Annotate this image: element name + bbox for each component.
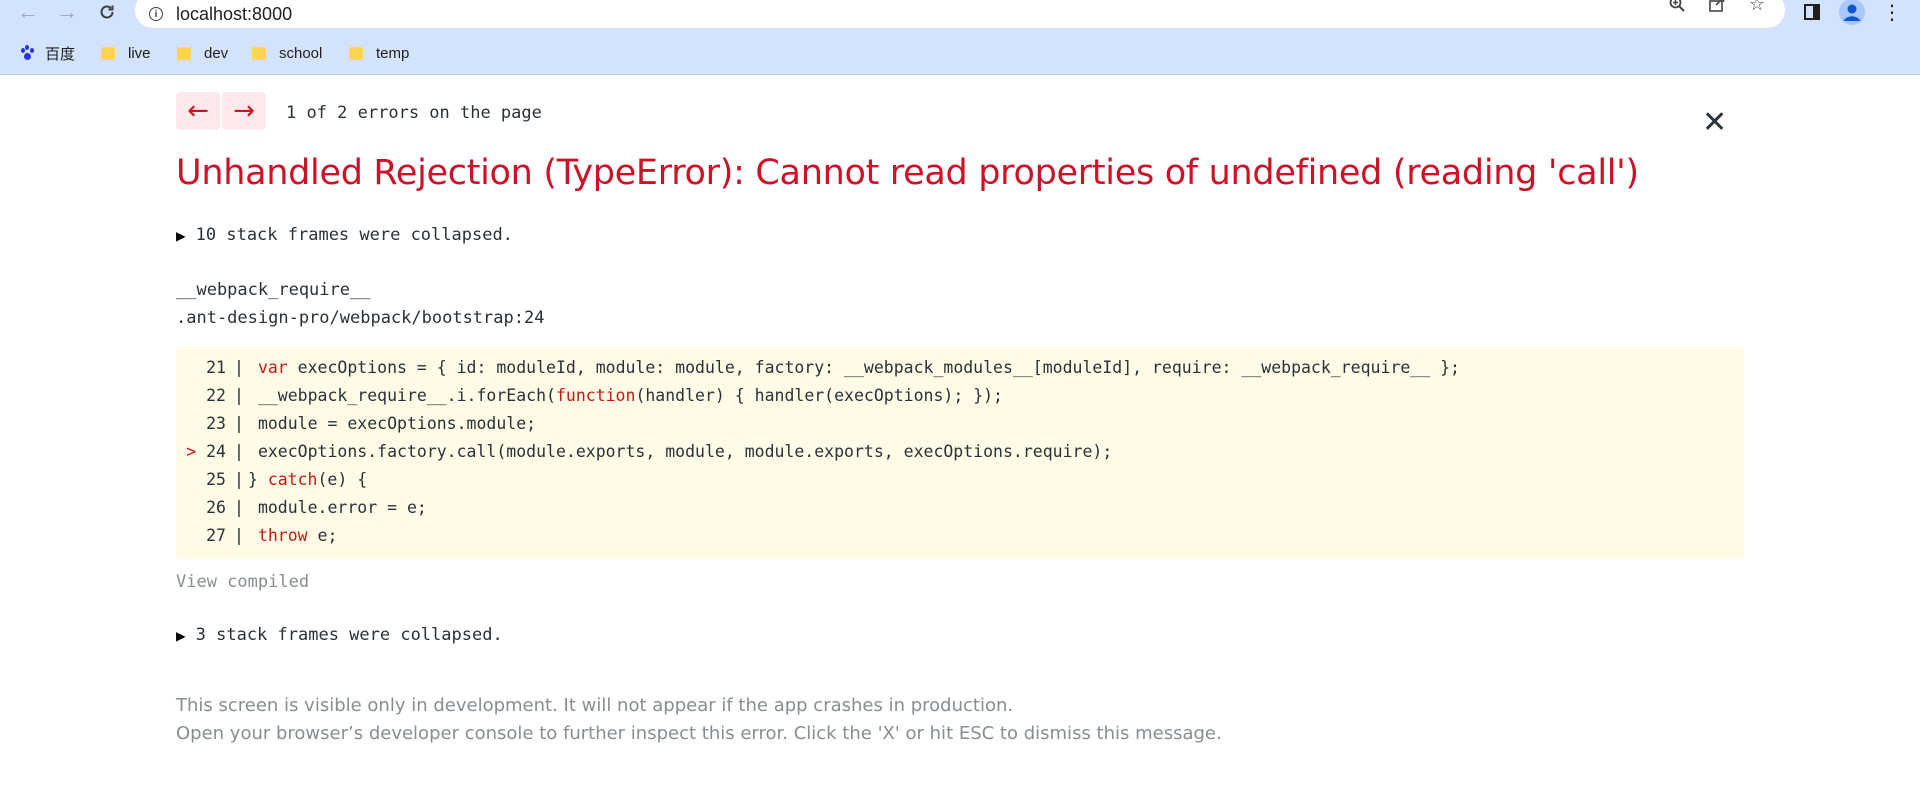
line-number: 25 xyxy=(206,470,226,489)
bookmark-baidu[interactable]: 百度 xyxy=(19,41,75,65)
folder-icon xyxy=(177,46,191,60)
code-keyword: function xyxy=(555,386,636,405)
zoom-icon[interactable] xyxy=(1665,0,1689,16)
collapsed-frames-label: 3 stack frames were collapsed. xyxy=(195,625,503,645)
next-error-button[interactable]: → xyxy=(222,92,266,130)
code-line: 26 | module.error = e; xyxy=(176,498,427,522)
line-number: 27 xyxy=(206,526,226,545)
line-number: 22 xyxy=(206,386,226,405)
footer-instructions: Open your browser’s developer console to… xyxy=(176,723,1222,744)
bookmarks-bar: 百度 live dev school temp xyxy=(0,32,1920,75)
bookmark-temp[interactable]: temp xyxy=(349,41,409,65)
bookmark-dev[interactable]: dev xyxy=(177,41,228,65)
line-number-value: 24 xyxy=(206,442,226,461)
line-number: > 24 xyxy=(176,442,226,466)
code-line-highlighted: > 24 | execOptions.factory.call(module.exp… xyxy=(176,442,1112,466)
collapsed-frames-toggle-bottom[interactable]: ▶ 3 stack frames were collapsed. xyxy=(176,625,503,645)
site-info-icon[interactable]: i xyxy=(149,7,163,21)
stack-frame-location[interactable]: .ant-design-pro/webpack/bootstrap:24 xyxy=(176,308,544,328)
line-number: 26 xyxy=(206,498,226,517)
forward-icon[interactable]: → xyxy=(53,0,81,24)
side-panel-icon[interactable] xyxy=(1798,0,1826,24)
reload-icon[interactable] xyxy=(93,0,121,24)
error-navigation: ← → xyxy=(176,92,268,130)
code-line: 21 | var execOptions = { id: moduleId, mod… xyxy=(176,358,1460,382)
code-text: execOptions.factory.call(module.exports,… xyxy=(257,442,1113,461)
menu-dots-icon[interactable]: ⋮ xyxy=(1878,0,1906,24)
code-text: (handler) { handler(execOptions); }); xyxy=(635,386,1003,405)
stack-frame-function: __webpack_require__ xyxy=(176,280,371,300)
profile-avatar-icon[interactable] xyxy=(1838,0,1866,25)
reload-icon-svg xyxy=(100,5,114,19)
code-keyword: throw xyxy=(257,526,308,545)
folder-icon xyxy=(101,46,115,60)
code-text: execOptions = { id: moduleId, module: mo… xyxy=(287,358,1460,377)
share-icon[interactable] xyxy=(1705,0,1729,16)
folder-icon xyxy=(252,46,266,60)
code-text: } xyxy=(247,470,268,489)
code-text: module.error = e; xyxy=(257,498,427,517)
error-count: 1 of 2 errors on the page xyxy=(286,103,542,123)
code-line: 27 | throw e; xyxy=(176,526,337,550)
code-line: 25 |} catch (e) { xyxy=(176,470,367,494)
code-text: __webpack_require__.i.forEach( xyxy=(257,386,556,405)
collapsed-frames-label: 10 stack frames were collapsed. xyxy=(195,225,513,245)
code-line: 22 | __webpack_require__.i.forEach(functio… xyxy=(176,386,1003,410)
folder-icon xyxy=(349,46,363,60)
url-text[interactable]: localhost:8000 xyxy=(176,4,292,25)
code-keyword: var xyxy=(257,358,288,377)
bookmark-star-icon[interactable]: ☆ xyxy=(1745,0,1769,16)
browser-toolbar: ← → i localhost:8000 ☆ ⋮ xyxy=(0,0,1920,32)
footer-notice: This screen is visible only in developme… xyxy=(176,695,1014,716)
code-line: 23 | module = execOptions.module; xyxy=(176,414,536,438)
address-bar[interactable]: i localhost:8000 ☆ xyxy=(135,0,1785,28)
collapsed-frames-toggle-top[interactable]: ▶ 10 stack frames were collapsed. xyxy=(176,225,513,245)
view-compiled-link[interactable]: View compiled xyxy=(176,572,309,592)
previous-error-button[interactable]: ← xyxy=(176,92,220,130)
bookmark-label: school xyxy=(279,44,323,62)
line-number: 21 xyxy=(206,358,226,377)
bookmark-label: dev xyxy=(204,44,229,62)
error-overlay: ← → 1 of 2 errors on the page ✕ Unhandle… xyxy=(0,75,1920,791)
code-text: module = execOptions.module; xyxy=(257,414,537,433)
code-text: e; xyxy=(307,526,338,545)
bookmark-live[interactable]: live xyxy=(101,41,151,65)
expand-triangle-icon: ▶ xyxy=(176,225,186,245)
back-icon[interactable]: ← xyxy=(14,0,42,24)
close-overlay-button[interactable]: ✕ xyxy=(1702,108,1727,138)
code-snippet: 21 | var execOptions = { id: moduleId, mod… xyxy=(176,347,1744,559)
code-keyword: catch xyxy=(267,470,318,489)
line-number: 23 xyxy=(206,414,226,433)
current-line-marker-icon: > xyxy=(186,442,207,461)
bookmark-label: live xyxy=(128,44,151,62)
baidu-icon xyxy=(19,45,35,61)
code-text: (e) { xyxy=(317,470,368,489)
error-title: Unhandled Rejection (TypeError): Cannot … xyxy=(176,153,1639,193)
bookmark-school[interactable]: school xyxy=(252,41,322,65)
expand-triangle-icon: ▶ xyxy=(176,625,186,645)
bookmark-label: temp xyxy=(376,44,410,62)
bookmark-label: 百度 xyxy=(45,45,76,63)
